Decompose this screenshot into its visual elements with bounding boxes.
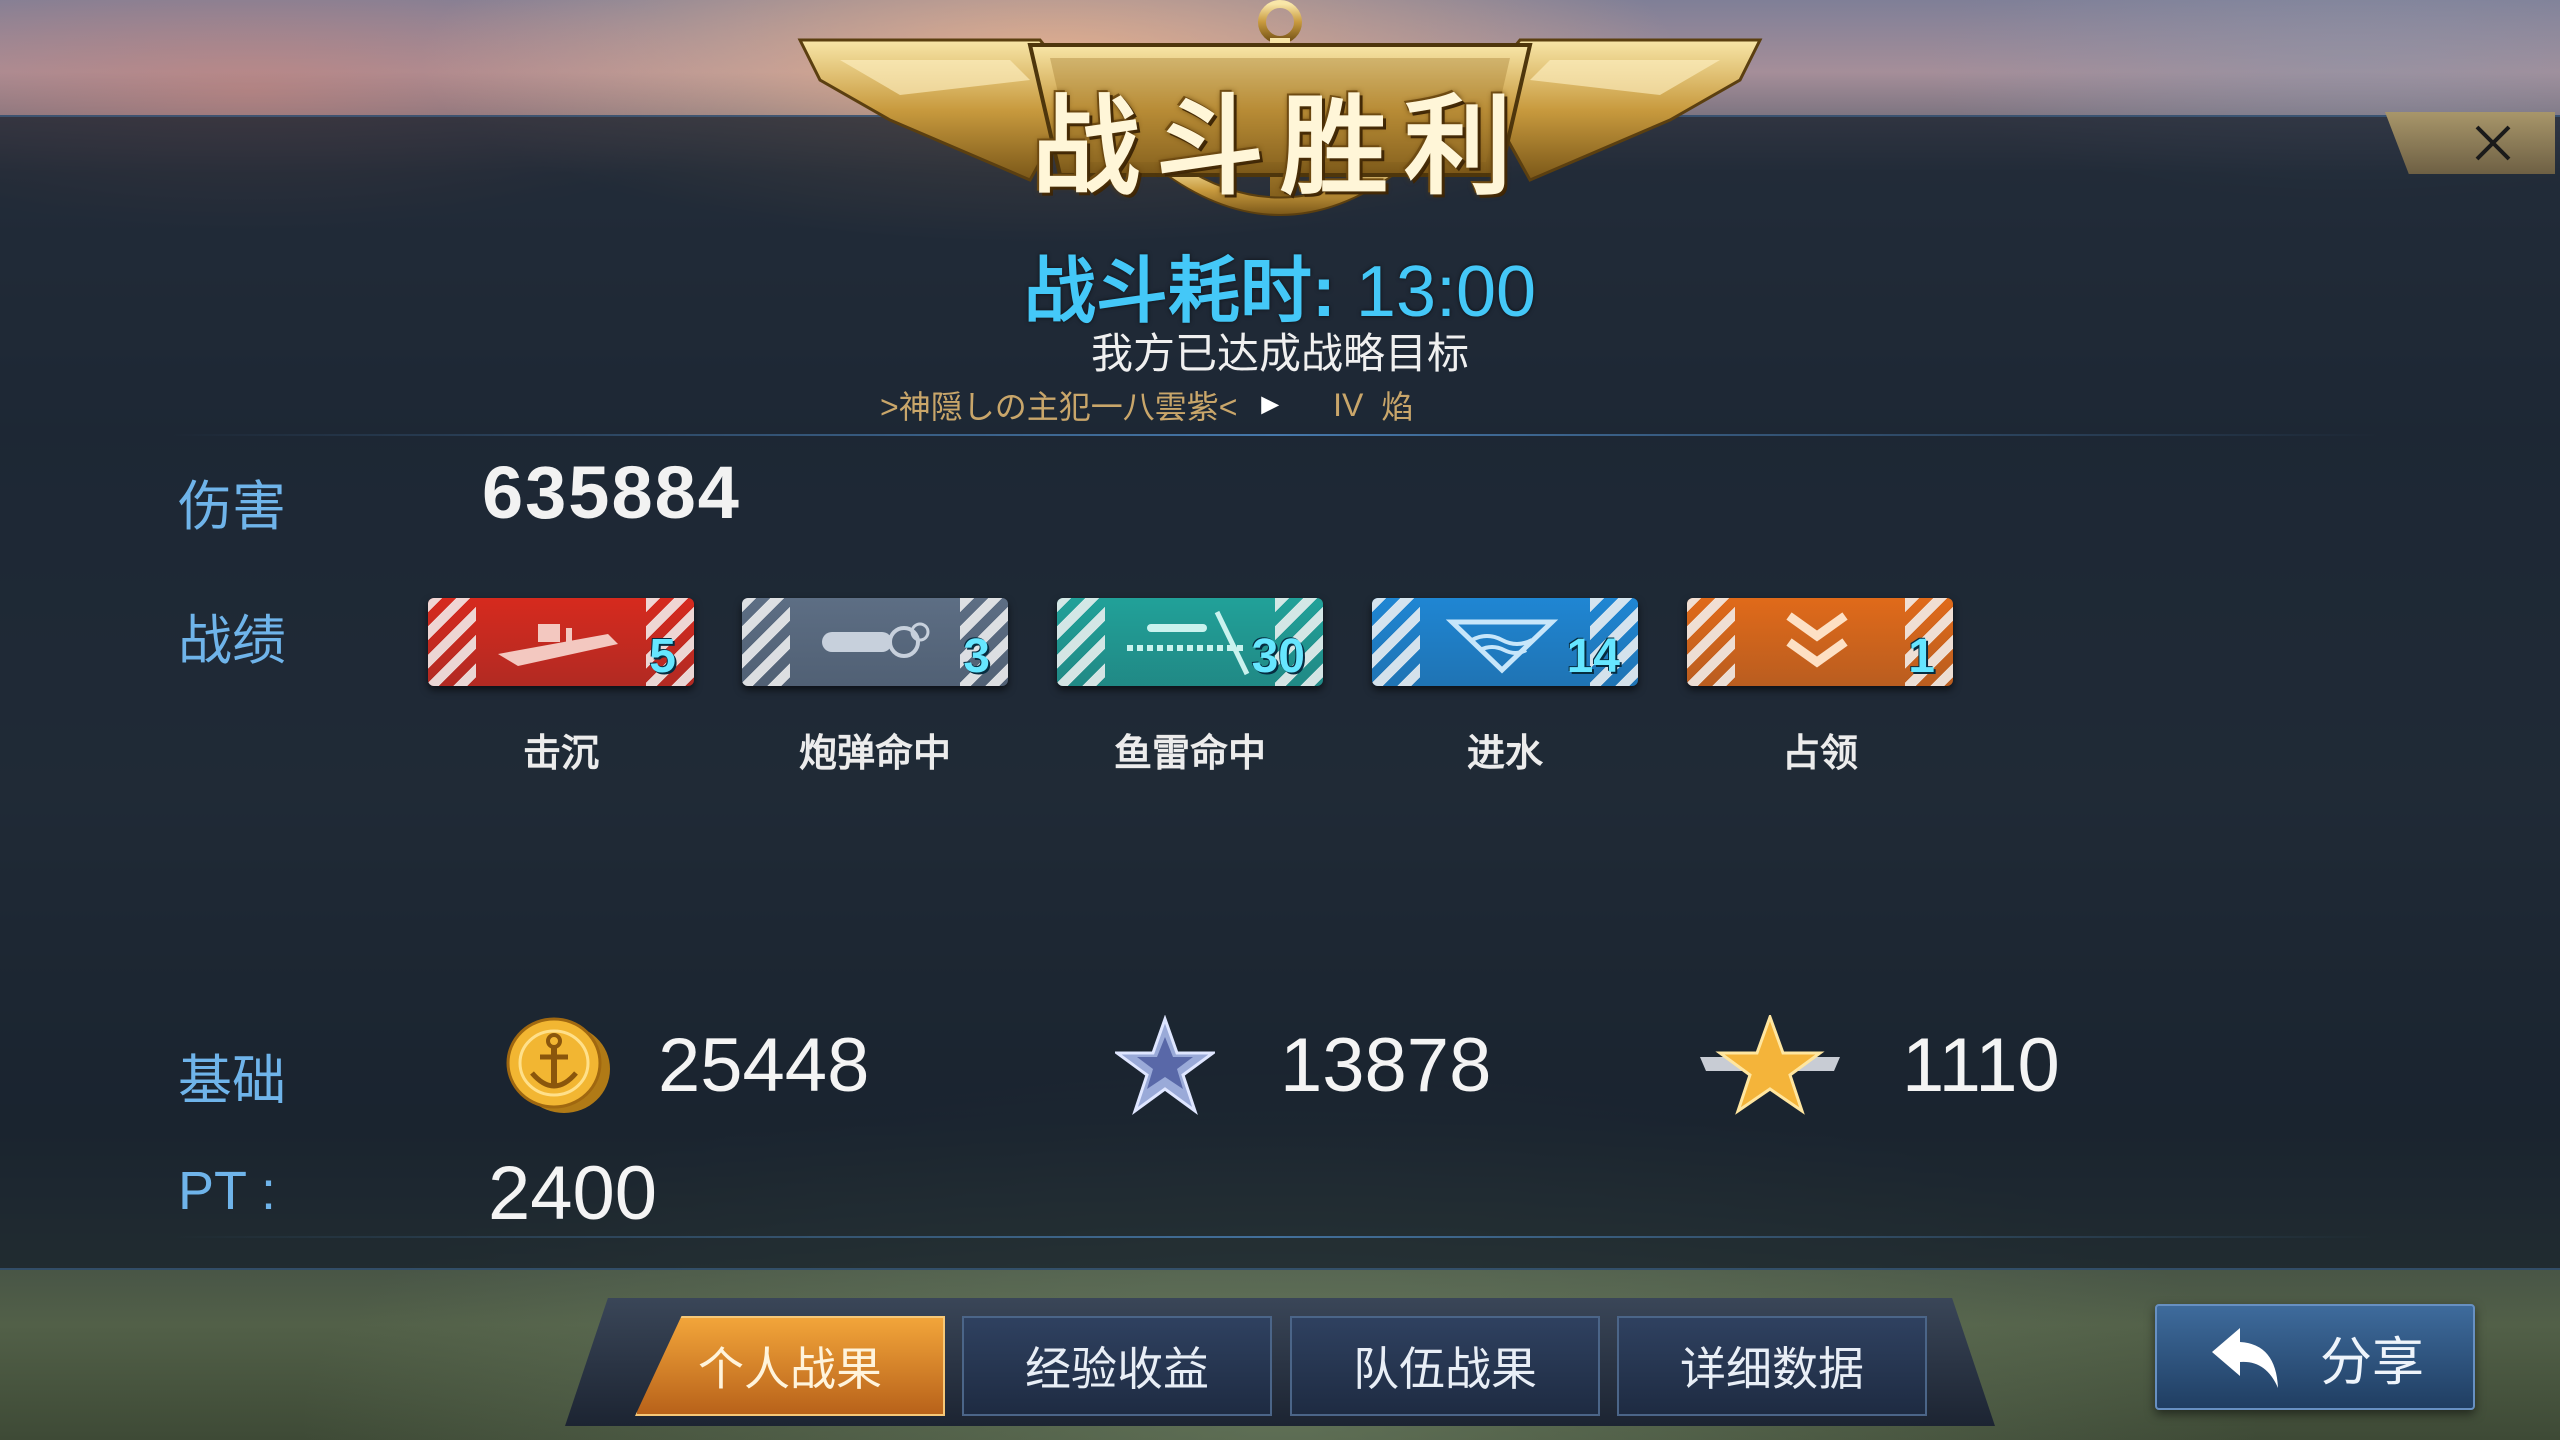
coin-reward-value: 25448 (658, 1023, 870, 1108)
close-button[interactable] (2385, 112, 2555, 174)
torpedo-icon (1127, 610, 1250, 676)
divider (170, 1236, 2380, 1238)
flood-icon (1445, 619, 1559, 674)
flood-badge[interactable]: 14 (1372, 598, 1638, 686)
damage-label: 伤害 (178, 477, 286, 537)
flood-count: 14 (1566, 630, 1620, 683)
experience-star-icon (1112, 1014, 1218, 1120)
ship-icon (498, 624, 618, 666)
player-ship: 焰 (1381, 389, 1414, 425)
player-rank: IV (1333, 386, 1364, 423)
share-label: 分享 (2319, 1333, 2424, 1392)
experience-reward-value: 13878 (1280, 1023, 1492, 1108)
capture-badge[interactable]: 1 (1687, 598, 1953, 686)
winged-star-icon (1700, 1012, 1840, 1120)
shell-hit-badge[interactable]: 3 (742, 598, 1008, 686)
tab-experience-gains[interactable]: 经验收益 (962, 1316, 1272, 1416)
shell-hit-count: 3 (963, 630, 990, 683)
tab-team-results[interactable]: 队伍战果 (1290, 1316, 1600, 1416)
victory-emblem: 战斗胜利 (780, 0, 1780, 250)
base-reward-label: 基础 (178, 1051, 286, 1111)
record-label: 战绩 (178, 611, 286, 671)
player-info: >神隠しの主犯一八雲紫< ► IV 焰 (880, 382, 1413, 428)
divider (170, 434, 2380, 436)
sink-badge[interactable]: 5 (428, 598, 694, 686)
capture-icon (1786, 612, 1848, 668)
close-icon (2475, 125, 2511, 161)
sink-count: 5 (649, 630, 676, 683)
player-name: >神隠しの主犯一八雲紫< (880, 389, 1238, 425)
torpedo-hit-badge[interactable]: 30 (1057, 598, 1323, 686)
torpedo-hit-count: 30 (1251, 630, 1305, 683)
share-arrow-icon (2211, 1328, 2278, 1388)
capture-caption: 占领 (1781, 733, 1858, 775)
tab-personal-results[interactable]: 个人战果 (635, 1316, 945, 1416)
flood-caption: 进水 (1466, 733, 1543, 775)
share-button[interactable]: 分享 (2155, 1304, 2475, 1410)
coin-icon (500, 1015, 616, 1120)
tab-detailed-data[interactable]: 详细数据 (1617, 1316, 1927, 1416)
battle-status: 我方已达成战略目标 (1090, 330, 1469, 377)
torpedo-hit-caption: 鱼雷命中 (1113, 733, 1266, 775)
shell-icon (822, 622, 930, 658)
damage-value: 635884 (482, 451, 741, 534)
victory-title: 战斗胜利 (1031, 86, 1528, 207)
capture-count: 1 (1908, 630, 1935, 683)
pt-value: 2400 (488, 1151, 658, 1236)
pt-label: PT : (178, 1161, 277, 1221)
shell-hit-caption: 炮弹命中 (798, 733, 951, 775)
play-icon: ► (1255, 388, 1286, 421)
rank-reward-value: 1110 (1902, 1023, 2060, 1108)
sink-caption: 击沉 (522, 733, 599, 775)
